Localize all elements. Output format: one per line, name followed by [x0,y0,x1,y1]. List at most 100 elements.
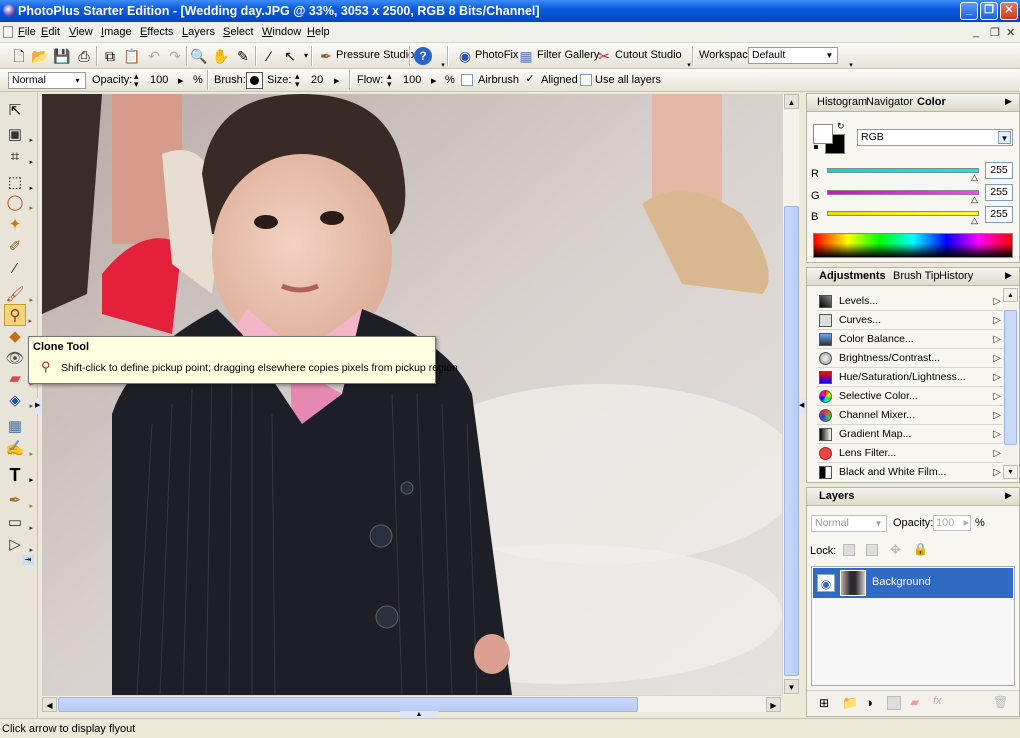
airbrush-checkbox[interactable] [461,74,473,86]
zoom-icon[interactable]: 🔍 [190,47,208,65]
mdi-minimize-button[interactable]: _ [973,26,979,38]
list-item[interactable]: Brightness/Contrast... ▷ [817,349,1003,368]
scroll-up-icon[interactable]: ▲ [1003,288,1018,302]
panel-menu-arrow-icon[interactable]: ▶ [1005,96,1012,107]
lock-position-icon[interactable]: ✥ [890,542,901,558]
flow-spin-icon[interactable]: ▴ ▾ [387,72,392,89]
warp-tool-icon[interactable]: ▦ [4,416,26,438]
scroll-up-icon[interactable]: ▲ [784,94,799,109]
slider-thumb-icon[interactable]: △ [971,215,978,226]
depth-map-icon[interactable]: ▰ [910,695,919,709]
panel-menu-arrow-icon[interactable]: ▶ [1005,270,1012,281]
panel-collapse-icon[interactable]: ◀ [799,398,806,414]
lasso-tool-icon[interactable]: ◯ ▸ [4,192,33,214]
redo-icon[interactable]: ↷ [166,47,184,65]
reset-colors-icon[interactable] [813,144,819,150]
node-edit-tool-icon[interactable]: ▷ ▸ [4,534,33,556]
slider-thumb-icon[interactable]: △ [971,194,978,205]
patch-tool-icon[interactable]: ◆▸ [4,326,33,348]
flow-input[interactable]: 100 [403,74,421,86]
filter-gallery-icon[interactable]: ▦ [517,47,535,65]
apply-arrow-icon[interactable]: ▷ [993,349,1001,368]
lock-transparency-icon[interactable] [843,544,855,556]
horizontal-scroll-thumb[interactable] [58,697,638,712]
pen-tool-icon[interactable]: ✒ ▸ [4,490,33,512]
help-icon[interactable]: ? [414,47,432,65]
foreground-color-swatch-front[interactable] [813,124,833,144]
apply-arrow-icon[interactable]: ▷ [993,368,1001,387]
workspace-select[interactable]: Default ▼ [748,47,838,64]
menu-image[interactable]: Image [101,26,132,38]
apply-arrow-icon[interactable]: ▷ [993,463,1001,481]
undo-icon[interactable]: ↶ [145,47,163,65]
marquee-tool-icon[interactable]: ⬚ ▸ [4,172,33,194]
minimize-button[interactable]: _ [960,2,978,20]
red-eye-tool-icon[interactable]: 👁▸ [4,348,33,370]
opacity-flyout-arrow-icon[interactable]: ▸ [178,74,184,87]
scroll-right-icon[interactable]: ▶ [766,697,781,712]
green-slider[interactable] [827,190,979,195]
menu-file[interactable]: File [18,26,36,38]
apply-arrow-icon[interactable]: ▷ [993,406,1001,425]
opacity-flyout-arrow-icon[interactable]: ▸ [963,516,969,530]
slider-thumb-icon[interactable]: △ [971,172,978,183]
magic-wand-tool-icon[interactable]: ✦ [4,214,26,236]
opacity-input[interactable]: 100 [150,74,168,86]
hintline-toggle-icon[interactable]: ▲ [400,711,438,718]
menu-layers[interactable]: Layers [182,26,215,38]
open-folder-icon[interactable]: 📂 [31,47,49,65]
list-item[interactable]: Selective Color... ▷ [817,387,1003,406]
filter-gallery-button[interactable]: Filter Gallery [537,49,599,61]
size-spin-icon[interactable]: ▴ ▾ [295,72,300,89]
tab-adjustments[interactable]: Adjustments [819,270,886,282]
lock-all-icon[interactable]: 🔒 [913,542,928,556]
adjustment-layer-icon[interactable]: ◑ [865,695,873,710]
blend-mode-select[interactable]: Normal ▾ [8,72,86,89]
menu-window[interactable]: Window [262,26,301,38]
opacity-spin-icon[interactable]: ▴ ▾ [134,72,139,89]
cutout-studio-button[interactable]: Cutout Studio [615,49,682,61]
apply-arrow-icon[interactable]: ▷ [993,292,1001,311]
flow-flyout-arrow-icon[interactable]: ▸ [431,74,437,87]
mdi-close-button[interactable]: ✕ [1006,26,1015,39]
use-all-layers-checkbox[interactable] [580,74,592,86]
red-value-input[interactable]: 255 [985,162,1013,179]
fx-icon[interactable]: fx [933,695,942,707]
move-tool-icon[interactable]: ⇱ [4,100,26,122]
lock-pixels-icon[interactable] [866,544,878,556]
hand-icon[interactable]: ✋ [212,47,230,65]
blue-value-input[interactable]: 255 [985,206,1013,223]
document-icon[interactable] [3,26,13,38]
image-canvas[interactable] [42,94,782,695]
expand-toolbar-icon[interactable]: ⇥ [22,555,34,565]
tab-layers[interactable]: Layers [819,490,854,502]
vertical-scrollbar[interactable]: ▲ ▼ [782,94,799,695]
fill-tool-icon[interactable]: ◈ ▸ [4,390,33,412]
adjustments-scroll-thumb[interactable] [1004,310,1017,445]
photofix-button[interactable]: PhotoFix [475,49,518,61]
menu-effects[interactable]: Effects [140,26,173,38]
copy-icon[interactable]: ⧉ [101,47,119,65]
pressure-studio-icon[interactable]: ✒ [317,47,335,65]
print-icon[interactable]: ⎙ [75,47,93,65]
tab-navigator[interactable]: Navigator [866,96,913,108]
apply-arrow-icon[interactable]: ▷ [993,330,1001,349]
tab-history[interactable]: History [939,270,973,282]
list-item[interactable]: Curves... ▷ [817,311,1003,330]
mdi-restore-button[interactable]: ❐ [990,26,1000,39]
pressure-studio-button[interactable]: Pressure Studio [336,49,414,61]
layer-row-background[interactable]: ◉ Background [813,568,1013,598]
shape-tool-icon[interactable]: ▭ ▸ [4,512,33,534]
selection-brush-icon[interactable]: ✐ [4,236,26,258]
menu-select[interactable]: Select [223,26,254,38]
list-item[interactable]: Black and White Film... ▷ [817,463,1003,481]
trash-icon[interactable]: 🗑 [993,695,1008,709]
list-item[interactable]: Levels... ▷ [817,292,1003,311]
brush-preview[interactable] [246,72,263,89]
menu-view[interactable]: View [69,26,93,38]
save-icon[interactable]: 💾 [53,47,71,65]
aligned-checkbox[interactable]: ✓ [524,74,536,86]
red-slider[interactable] [827,168,979,173]
size-flyout-arrow-icon[interactable]: ▸ [334,74,340,87]
color-mode-select[interactable]: RGB ▼ [857,129,1013,146]
